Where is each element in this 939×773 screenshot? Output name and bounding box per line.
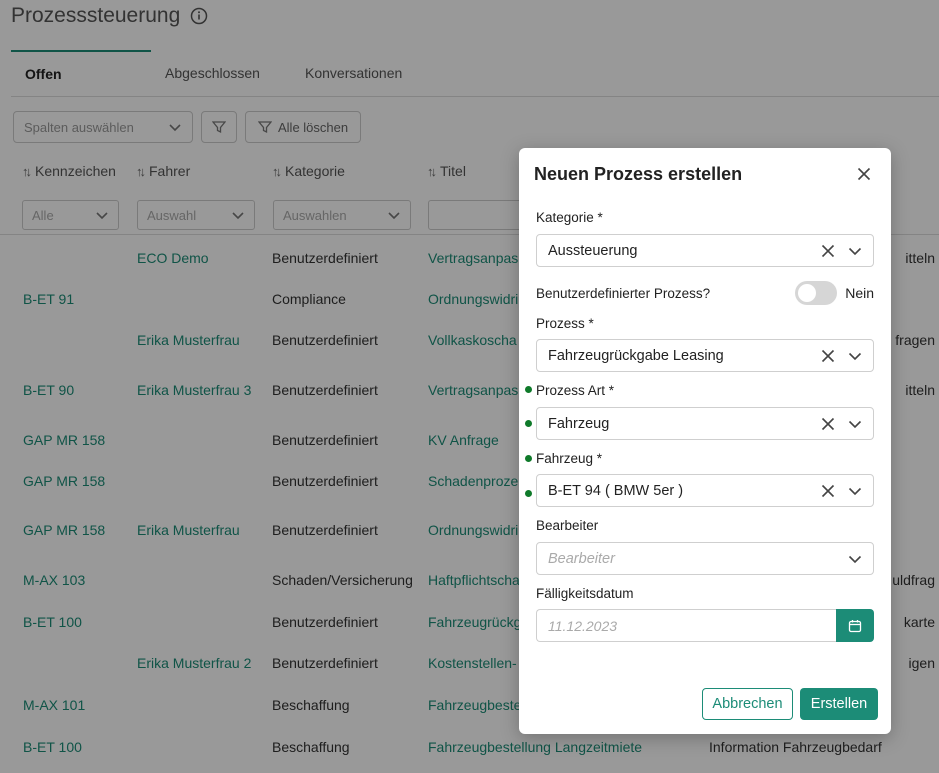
clear-icon[interactable] [821,417,835,431]
custom-process-toggle-group: Nein [795,281,874,305]
kategorie-label: Kategorie * [536,210,603,225]
bearbeiter-label: Bearbeiter [536,518,599,533]
faelligkeit-label: Fälligkeitsdatum [536,586,634,601]
custom-process-toggle[interactable] [795,281,838,305]
clear-icon[interactable] [821,349,835,363]
dialog-title: Neuen Prozess erstellen [534,164,743,184]
faelligkeit-placeholder: 11.12.2023 [548,617,618,634]
cancel-button[interactable]: Abbrechen [702,688,793,720]
custom-process-row: Benutzerdefinierter Prozess? Nein [536,280,874,306]
calendar-icon [848,619,862,632]
faelligkeit-input[interactable]: 11.12.2023 [536,609,836,642]
fahrzeug-label: Fahrzeug * [536,451,603,466]
prozess-art-value: Fahrzeug [548,415,610,432]
prozess-label: Prozess * [536,316,594,331]
fahrzeug-value: B-ET 94 ( BMW 5er ) [548,482,684,499]
required-indicator [525,455,532,462]
toggle-knob [798,284,817,302]
create-process-dialog: Neuen Prozess erstellen Kategorie * Auss… [519,148,891,734]
kategorie-value: Aussteuerung [548,242,638,259]
bearbeiter-placeholder: Bearbeiter [548,550,615,567]
chevron-down-icon[interactable] [848,552,862,566]
calendar-button[interactable] [836,609,874,642]
create-button[interactable]: Erstellen [800,688,878,720]
clear-icon[interactable] [821,484,835,498]
prozess-value: Fahrzeugrückgabe Leasing [548,347,724,364]
required-indicator [525,420,532,427]
prozess-art-label: Prozess Art * [536,383,615,398]
custom-process-label: Benutzerdefinierter Prozess? [536,285,711,301]
prozess-select[interactable]: Fahrzeugrückgabe Leasing [536,339,874,372]
required-indicator [525,490,532,497]
required-indicator [525,386,532,393]
clear-icon[interactable] [821,244,835,258]
custom-process-state: Nein [845,285,874,301]
bearbeiter-select[interactable]: Bearbeiter [536,542,874,575]
prozess-art-select[interactable]: Fahrzeug [536,407,874,440]
chevron-down-icon[interactable] [848,484,862,498]
kategorie-select[interactable]: Aussteuerung [536,234,874,267]
close-icon[interactable] [857,167,871,181]
chevron-down-icon[interactable] [848,349,862,363]
chevron-down-icon[interactable] [848,244,862,258]
fahrzeug-select[interactable]: B-ET 94 ( BMW 5er ) [536,474,874,507]
chevron-down-icon[interactable] [848,417,862,431]
faelligkeit-datepicker: 11.12.2023 [536,609,874,642]
